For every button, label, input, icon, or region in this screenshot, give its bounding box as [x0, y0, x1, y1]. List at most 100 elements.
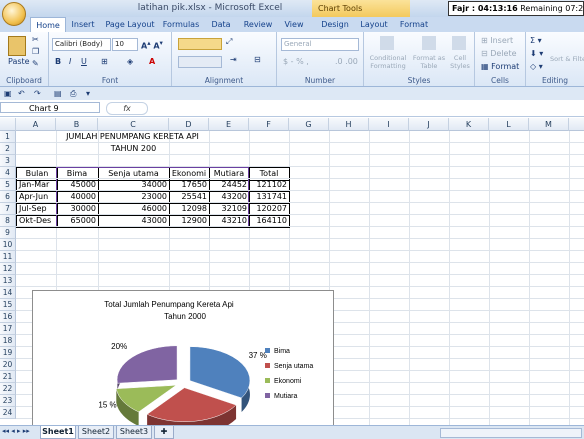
copy-icon[interactable]: ❐	[32, 46, 39, 57]
font-size-select[interactable]: 10	[112, 38, 138, 51]
tab-view[interactable]: View	[280, 17, 308, 32]
delete-cells-button[interactable]: ⊟ Delete	[481, 48, 517, 59]
row-header-6[interactable]: 6	[0, 191, 16, 203]
row-header-17[interactable]: 17	[0, 323, 16, 335]
format-as-table-button[interactable]: Format as Table	[412, 54, 446, 70]
clear-icon[interactable]: ◇ ▾	[530, 61, 543, 72]
cell-styles-button[interactable]: Cell Styles	[448, 54, 472, 70]
merge-center-icon[interactable]: ⊟	[254, 54, 261, 65]
undo-icon[interactable]: ↶	[18, 88, 25, 99]
number-format-select[interactable]: General	[281, 38, 359, 51]
sheet-nav-arrows-icon[interactable]: ◂◂ ◂ ▸ ▸▸	[2, 426, 30, 437]
pie-slice-bima[interactable]	[189, 346, 251, 399]
row-header-5[interactable]: 5	[0, 179, 16, 191]
insert-sheet-icon[interactable]: ✚	[154, 426, 174, 439]
tab-design[interactable]: Design	[316, 17, 354, 32]
pie-slice-mutiara[interactable]	[116, 345, 178, 384]
row-header-19[interactable]: 19	[0, 347, 16, 359]
row-header-2[interactable]: 2	[0, 143, 16, 155]
decimal-icon[interactable]: .0 .00	[335, 56, 358, 67]
orientation-icon[interactable]: ⤢	[226, 36, 232, 47]
tab-data[interactable]: Data	[206, 17, 236, 32]
tab-formulas[interactable]: Formulas	[160, 17, 202, 32]
sheet-tab-1[interactable]: Sheet1	[40, 426, 76, 439]
font-color-icon[interactable]: A	[149, 56, 155, 67]
open-icon[interactable]: ▤	[54, 88, 62, 99]
row-header-13[interactable]: 13	[0, 275, 16, 287]
paste-button[interactable]: Paste	[8, 56, 30, 67]
conditional-formatting-button[interactable]: Conditional Formatting	[366, 54, 410, 70]
row-header-12[interactable]: 12	[0, 263, 16, 275]
italic-icon[interactable]: I	[69, 56, 71, 67]
column-header-h[interactable]: H	[329, 118, 369, 131]
column-header-g[interactable]: G	[289, 118, 329, 131]
tab-layout[interactable]: Layout	[356, 17, 392, 32]
row-header-20[interactable]: 20	[0, 359, 16, 371]
cut-icon[interactable]: ✂	[32, 34, 39, 45]
row-header-18[interactable]: 18	[0, 335, 16, 347]
row-header-9[interactable]: 9	[0, 227, 16, 239]
row-header-15[interactable]: 15	[0, 299, 16, 311]
redo-icon[interactable]: ↷	[34, 88, 41, 99]
column-header-i[interactable]: I	[369, 118, 409, 131]
tab-format[interactable]: Format	[396, 17, 432, 32]
column-header-b[interactable]: B	[56, 118, 98, 131]
row-header-21[interactable]: 21	[0, 371, 16, 383]
currency-icon[interactable]: $ - % ,	[283, 56, 309, 67]
row-header-14[interactable]: 14	[0, 287, 16, 299]
column-header-e[interactable]: E	[209, 118, 249, 131]
pie-chart[interactable]: Total Jumlah Penumpang Kereta Api Tahun …	[32, 290, 334, 434]
column-header-l[interactable]: L	[489, 118, 529, 131]
tab-insert[interactable]: Insert	[66, 17, 100, 32]
grow-font-icon[interactable]: A▴ A▾	[141, 38, 163, 52]
tab-home[interactable]: Home	[30, 17, 66, 33]
borders-icon[interactable]: ⊞	[101, 56, 108, 67]
column-header-d[interactable]: D	[169, 118, 209, 131]
sort-filter-button[interactable]: Sort & Filter	[550, 54, 584, 65]
insert-function-button[interactable]: fx	[106, 102, 148, 115]
row-header-10[interactable]: 10	[0, 239, 16, 251]
column-header-m[interactable]: M	[529, 118, 569, 131]
row-header-7[interactable]: 7	[0, 203, 16, 215]
office-button[interactable]	[2, 2, 26, 26]
format-cells-button[interactable]: ▦ Format	[481, 61, 519, 72]
row-header-23[interactable]: 23	[0, 395, 16, 407]
sheet-tab-2[interactable]: Sheet2	[78, 426, 114, 439]
row-header-16[interactable]: 16	[0, 311, 16, 323]
row-header-8[interactable]: 8	[0, 215, 16, 227]
customize-qat-icon[interactable]: ▾	[86, 88, 90, 99]
underline-icon[interactable]: U	[81, 56, 87, 67]
tab-review[interactable]: Review	[240, 17, 276, 32]
tab-page-layout[interactable]: Page Layout	[104, 17, 156, 32]
indent-icon[interactable]: ⇥	[230, 54, 237, 65]
save-icon[interactable]: ▣	[4, 88, 12, 99]
font-name-select[interactable]: Calibri (Body)	[52, 38, 111, 51]
row-header-11[interactable]: 11	[0, 251, 16, 263]
column-header-c[interactable]: C	[98, 118, 169, 131]
paste-icon[interactable]	[8, 36, 26, 56]
column-header-f[interactable]: F	[249, 118, 289, 131]
column-header-k[interactable]: K	[449, 118, 489, 131]
bold-icon[interactable]: B	[55, 56, 61, 67]
column-header-a[interactable]: A	[16, 118, 56, 131]
sheet-tab-3[interactable]: Sheet3	[116, 426, 152, 439]
format-as-table-icon[interactable]	[422, 36, 436, 50]
horizontal-scrollbar[interactable]	[440, 428, 582, 438]
autosum-icon[interactable]: Σ ▾	[530, 35, 542, 46]
row-header-1[interactable]: 1	[0, 131, 16, 143]
horizontal-align-icon[interactable]	[178, 56, 222, 68]
select-all-corner[interactable]	[0, 118, 16, 131]
row-header-3[interactable]: 3	[0, 155, 16, 167]
fill-color-icon[interactable]: ◈	[127, 56, 133, 67]
insert-cells-button[interactable]: ⊞ Insert	[481, 35, 513, 46]
format-painter-icon[interactable]: ✎	[32, 58, 39, 69]
row-header-24[interactable]: 24	[0, 407, 16, 419]
row-header-4[interactable]: 4	[0, 167, 16, 179]
cell-styles-icon[interactable]	[452, 36, 466, 50]
row-header-22[interactable]: 22	[0, 383, 16, 395]
conditional-formatting-icon[interactable]	[380, 36, 394, 50]
column-header-j[interactable]: J	[409, 118, 449, 131]
print-icon[interactable]: ⎙	[70, 88, 76, 99]
vertical-align-icon[interactable]	[178, 38, 222, 50]
fill-icon[interactable]: ⬇ ▾	[530, 48, 543, 59]
